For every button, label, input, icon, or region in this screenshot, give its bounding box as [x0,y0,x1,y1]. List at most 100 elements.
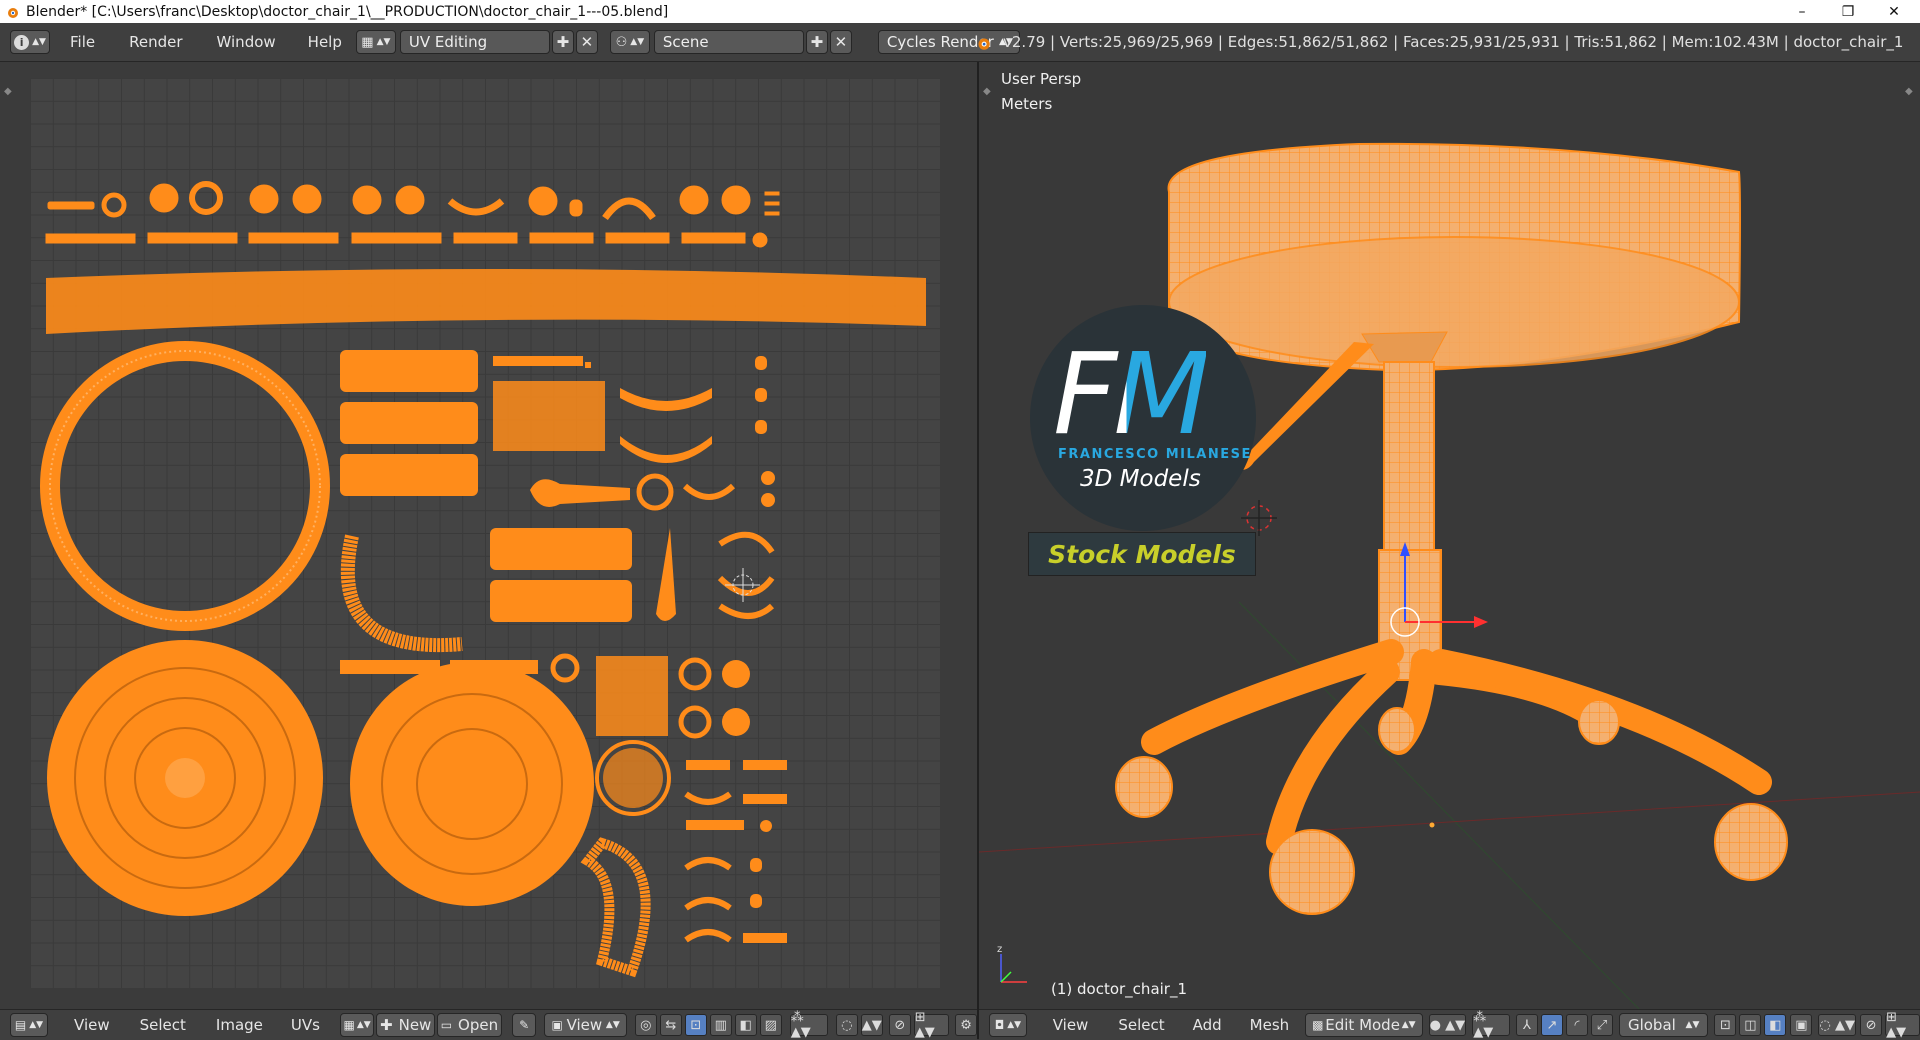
snap-element-dropdown[interactable]: ⊞ ▲▼ [1885,1010,1920,1040]
magnet-icon: ⊘ [1865,1017,1877,1033]
pivot-center-dropdown[interactable]: ⁂ ▲▼ [1472,1010,1510,1040]
viewport-shading-dropdown[interactable]: ● ▲▼ [1428,1014,1467,1036]
delete-scene-button[interactable]: ✕ [829,30,852,54]
uv-strip-islands [45,181,780,248]
edge-select-icon: ◫ [1744,1017,1757,1033]
svg-text:z: z [997,944,1002,955]
scene-name[interactable]: Scene [653,30,804,54]
watermark-name: FRANCESCO MILANESE [1058,447,1252,462]
orientation-label: Global [1627,1016,1676,1034]
uv-image-editor[interactable]: ◆ [0,62,977,1009]
editor-type-info-button[interactable]: i ▲▼ [10,30,50,54]
close-window-button[interactable]: ✕ [1872,0,1916,23]
new-image-button[interactable]: ✚ New [376,1013,436,1037]
manipulator-toggle-button[interactable]: ⅄ [1515,1014,1538,1036]
3d-menu-mesh[interactable]: Mesh [1238,1016,1302,1034]
3d-menu-add[interactable]: Add [1181,1016,1234,1034]
open-image-button[interactable]: ▭ Open [437,1013,502,1037]
interaction-mode-dropdown[interactable]: ▩ Edit Mode ▲▼ [1305,1013,1423,1037]
plus-icon: ✚ [810,33,824,51]
uv-ring-island [40,341,330,631]
render-view-button[interactable]: ⚙ [955,1014,978,1036]
scale-manipulator-button[interactable]: ⤢ [1590,1014,1613,1036]
chevron-updown-icon: ▲▼ [1007,1020,1022,1030]
edge-select-button[interactable]: ◫ [1739,1014,1762,1036]
object-origin [1429,822,1435,828]
sync-selection-button[interactable]: ⇆ [659,1014,682,1036]
arrow-icon: ↗ [1546,1017,1558,1033]
open-image-label: Open [458,1016,499,1034]
scale-icon: ⤢ [1596,1017,1608,1033]
render-icon: ⚙ [960,1017,972,1033]
image-browse-button[interactable]: ▦ ▲▼ [339,1013,375,1037]
render-engine-dropdown[interactable]: Cycles Render ▲▼ [877,30,1020,54]
image-editor-icon: ▤ [14,1018,27,1032]
3d-menu-view[interactable]: View [1041,1016,1101,1034]
add-scene-button[interactable]: ✚ [805,30,828,54]
snap-element-icon: ⊞ ▲▼ [1886,1010,1907,1040]
uv-grid[interactable] [30,78,940,988]
interaction-mode-label: Edit Mode [1325,1016,1400,1034]
blender-logo-icon [978,38,990,50]
translate-manipulator-button[interactable]: ↗ [1540,1014,1563,1036]
face-select-button[interactable]: ◧ [1764,1014,1787,1036]
uv-menu-select[interactable]: Select [128,1016,198,1034]
snap-toggle-button[interactable]: ⊘ [888,1014,911,1036]
snap-element-button[interactable]: ⊞ ▲▼ [913,1010,950,1040]
uv-view-mode-label: View [566,1016,603,1034]
vertex-select-button[interactable]: ⊡ [1714,1014,1737,1036]
area-corner-icon[interactable]: ◆ [4,86,16,98]
uv-menu-image[interactable]: Image [204,1016,275,1034]
uv-islands [40,181,926,978]
rotate-manipulator-button[interactable]: ◜ [1565,1014,1588,1036]
proportional-edit-dropdown[interactable]: ◌ ▲▼ [1818,1014,1857,1036]
uv-view-mode-dropdown[interactable]: ▣ View ▲▼ [544,1013,627,1037]
transform-orientation-dropdown[interactable]: Global ▲▼ [1618,1013,1709,1037]
new-image-label: New [398,1016,432,1034]
sticky-select-dropdown[interactable]: ⁂ ▲▼ [789,1010,828,1040]
proportional-icon: ◌ [841,1017,853,1033]
menu-help[interactable]: Help [296,33,354,51]
island-select-button[interactable]: ▨ [759,1014,782,1036]
chair-column [1361,331,1448,681]
editor-type-3d-button[interactable]: ◘ ▲▼ [989,1013,1027,1037]
window-title: Blender* [C:\Users\franc\Desktop\doctor_… [26,3,669,20]
folder-icon: ▭ [440,1018,453,1032]
add-layout-button[interactable]: ✚ [551,30,574,54]
screen-layout-selector[interactable]: ▦ ▲▼ [355,30,396,54]
menu-render[interactable]: Render [117,33,194,51]
vertex-select-icon: ⊡ [690,1017,702,1033]
snap-toggle-button[interactable]: ⊘ [1860,1014,1883,1036]
plus-icon: ✚ [556,33,570,51]
screen-layout-name[interactable]: UV Editing [399,30,550,54]
maximize-button[interactable]: ❐ [1826,0,1870,23]
editor-type-uv-button[interactable]: ▤ ▲▼ [10,1013,49,1037]
proportional-edit-button[interactable]: ◌ [835,1014,858,1036]
chevron-updown-icon: ▲▼ [32,37,46,47]
face-select-button[interactable]: ◧ [734,1014,757,1036]
limit-selection-button[interactable]: ▣ [1790,1014,1813,1036]
uv-menu-uvs[interactable]: UVs [279,1016,332,1034]
pivot-icon: ⁂ ▲▼ [1473,1010,1494,1040]
menu-file[interactable]: File [58,33,107,51]
close-icon: ✕ [580,33,594,51]
sync-icon: ⇆ [665,1017,677,1033]
delete-layout-button[interactable]: ✕ [575,30,598,54]
minimize-button[interactable]: – [1780,0,1824,23]
pivot-point-button[interactable]: ◎ [634,1014,657,1036]
manipulator-icon: ⅄ [1522,1017,1531,1033]
scene-selector[interactable]: ⚇ ▲▼ [609,30,650,54]
vertex-select-button[interactable]: ⊡ [684,1014,707,1036]
island-select-icon: ▨ [764,1017,777,1033]
pin-image-button[interactable]: ✎ [511,1013,537,1037]
chevron-updown-icon: ▲▼ [29,1020,44,1030]
edge-select-button[interactable]: ▥ [709,1014,732,1036]
3d-menu-select[interactable]: Select [1106,1016,1176,1034]
menu-window[interactable]: Window [205,33,288,51]
uv-menu-view[interactable]: View [62,1016,122,1034]
3d-view-header: ◘ ▲▼ View Select Add Mesh ▩ Edit Mode ▲▼… [979,1009,1920,1040]
3d-cursor-icon [1241,500,1277,536]
edit-mode-icon: ▩ [1312,1018,1324,1032]
proportional-falloff-button[interactable]: ▲▼ [860,1014,883,1036]
blender-logo-icon [8,7,18,18]
